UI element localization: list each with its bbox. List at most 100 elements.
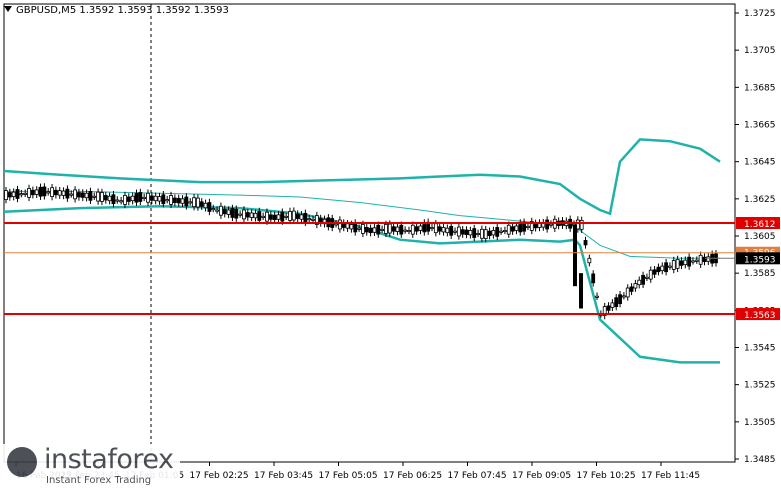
candle-body xyxy=(456,226,461,237)
candle-body xyxy=(272,214,277,221)
candle-body xyxy=(142,196,147,199)
candle-body xyxy=(345,223,350,229)
candle-body xyxy=(353,222,358,233)
candle-body xyxy=(629,286,634,292)
candle-body xyxy=(153,195,158,202)
candle-body xyxy=(192,197,196,208)
candle-body xyxy=(42,186,47,197)
candle-body xyxy=(495,227,500,237)
candle-body xyxy=(69,193,74,196)
y-tick-label: 1.3485 xyxy=(744,455,776,465)
level-price-label: 1.3563 xyxy=(744,311,776,321)
candle-body xyxy=(445,227,450,234)
candle-body xyxy=(188,201,193,204)
candle-body xyxy=(656,266,661,273)
dropdown-triangle-icon[interactable] xyxy=(4,6,12,12)
candle-body xyxy=(96,191,101,202)
candle-body xyxy=(134,192,139,203)
candle-body xyxy=(361,224,365,234)
candle-body xyxy=(242,209,246,220)
chart-root: 1.3725 1.3705 1.3685 1.3665 1.3645 1.3625 1.36… xyxy=(0,0,781,489)
y-tick-label: 1.3585 xyxy=(744,269,776,279)
candle-body xyxy=(165,199,170,202)
candle-body xyxy=(506,224,511,235)
candle-body xyxy=(691,260,695,263)
candle-body xyxy=(219,205,223,216)
brand-name: instaforex xyxy=(44,444,174,475)
candle-body xyxy=(479,228,484,239)
candle-body xyxy=(38,186,43,197)
candle-body xyxy=(641,274,645,285)
candle-body xyxy=(399,224,404,235)
candle-body xyxy=(337,219,342,230)
candle-body xyxy=(303,212,308,223)
candle-body xyxy=(15,189,20,199)
candle-body xyxy=(53,189,58,196)
candle-body xyxy=(514,225,519,231)
candle-body xyxy=(637,279,642,286)
candle-body xyxy=(403,229,408,232)
candle-body xyxy=(257,211,262,221)
candle-body xyxy=(453,230,457,233)
candle-body xyxy=(169,195,173,205)
candle-body xyxy=(391,226,396,232)
candle-body xyxy=(299,214,304,220)
candle-body xyxy=(46,191,51,194)
candle-body xyxy=(138,192,143,202)
candle-body xyxy=(307,218,312,221)
current-price-label: 1.3593 xyxy=(744,255,776,265)
candle-body xyxy=(61,190,66,196)
candle-body xyxy=(295,213,300,219)
candle-body xyxy=(265,211,269,222)
candle-body xyxy=(261,215,266,218)
candle-body xyxy=(472,228,477,238)
candle-body xyxy=(698,254,703,265)
chart-svg: 1.3725 1.3705 1.3685 1.3665 1.3645 1.3625 1.36… xyxy=(3,3,780,481)
candle-body xyxy=(503,230,507,233)
x-tick-label: 17 Feb 05:05 xyxy=(319,471,378,481)
y-tick-label: 1.3725 xyxy=(744,9,776,19)
candle-body xyxy=(380,228,385,231)
candle-body xyxy=(387,223,392,234)
brand-logo-icon xyxy=(7,447,37,477)
y-tick-label: 1.3665 xyxy=(744,121,776,131)
candle-body xyxy=(549,223,553,226)
candle-body xyxy=(161,194,166,205)
x-tick-label: 17 Feb 09:05 xyxy=(512,471,571,481)
candle-body xyxy=(119,200,124,203)
candle-body xyxy=(437,226,442,232)
candle-body xyxy=(280,211,285,222)
candle-body xyxy=(706,256,711,262)
candle-body xyxy=(249,212,254,218)
y-tick-label: 1.3705 xyxy=(744,46,776,56)
candle-body xyxy=(407,230,411,233)
candle-body xyxy=(195,197,200,208)
candle-body xyxy=(73,189,77,200)
candle-body xyxy=(675,259,680,269)
candle-body xyxy=(683,259,688,266)
candle-body xyxy=(100,192,104,202)
y-tick-label: 1.3645 xyxy=(744,158,776,168)
candle-body xyxy=(487,230,492,237)
y-tick-label: 1.3525 xyxy=(744,381,776,391)
candle-body xyxy=(679,260,684,266)
candle-body xyxy=(660,265,665,271)
candle-body xyxy=(50,187,54,198)
candle-body xyxy=(671,260,676,270)
candle-body xyxy=(583,240,588,246)
candle-body xyxy=(395,226,400,232)
candle-body xyxy=(276,214,281,220)
candle-body xyxy=(610,302,615,308)
candle-body xyxy=(65,188,70,199)
candle-body xyxy=(441,227,446,233)
candle-body xyxy=(284,215,289,218)
candle-body xyxy=(499,230,503,233)
candle-body xyxy=(123,195,127,205)
candle-body xyxy=(7,192,12,198)
candle-body xyxy=(180,198,185,204)
brand-logo: instaforex Instant Forex Trading xyxy=(0,444,180,489)
candle-body xyxy=(115,199,120,202)
candle-body xyxy=(533,222,538,229)
candle-body xyxy=(80,192,85,198)
candle-body xyxy=(245,212,250,218)
